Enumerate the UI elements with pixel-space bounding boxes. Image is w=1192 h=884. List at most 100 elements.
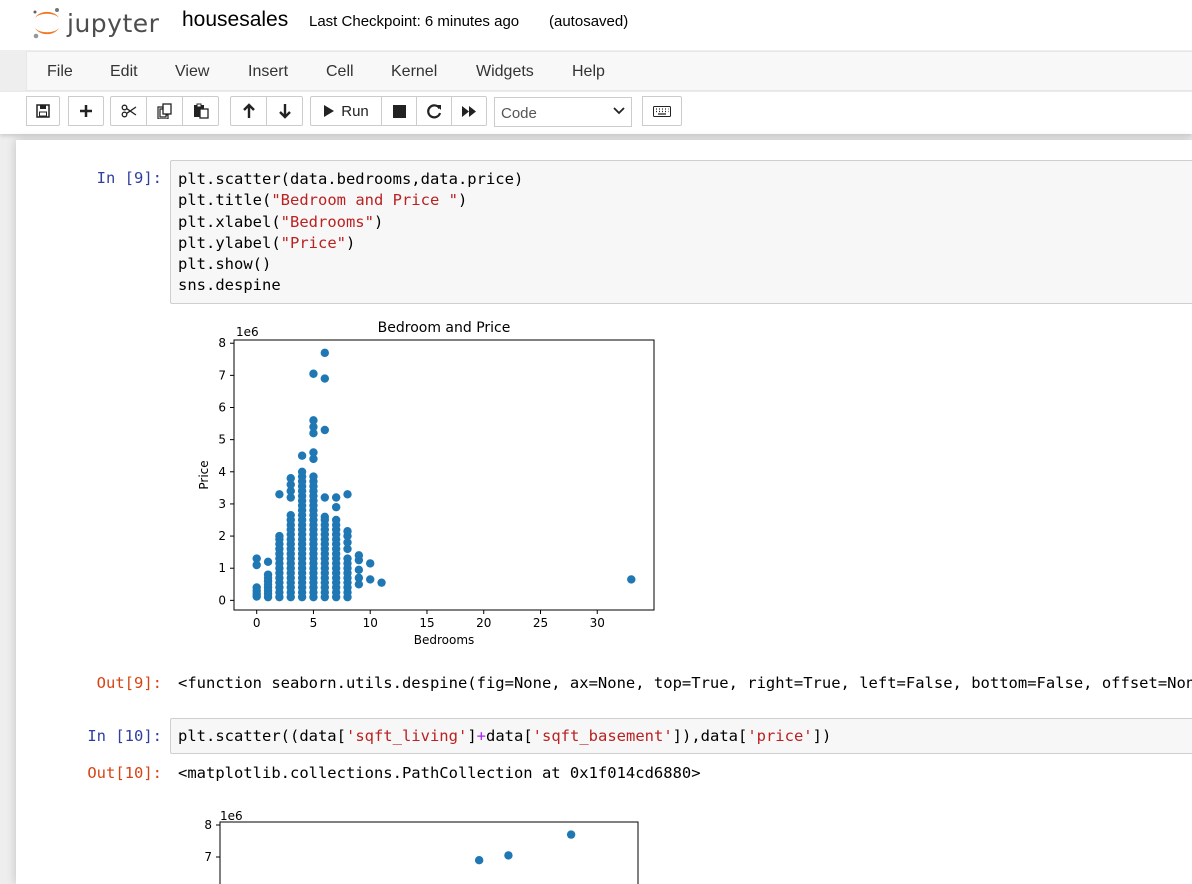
x-tick-label: 15 bbox=[419, 616, 434, 630]
data-point bbox=[263, 557, 273, 566]
code-cell-input[interactable]: plt.scatter((data['sqft_living']+data['s… bbox=[170, 718, 1192, 754]
string-literal: "Bedrooms" bbox=[280, 212, 374, 231]
jupyter-logo[interactable]: jupyter bbox=[30, 4, 159, 42]
arrow-down-icon bbox=[278, 104, 291, 119]
string-literal: 'price' bbox=[747, 727, 813, 745]
data-point bbox=[343, 490, 352, 499]
y-tick-label: 4 bbox=[218, 465, 226, 479]
command-palette-button[interactable] bbox=[642, 96, 682, 126]
edit-group bbox=[110, 96, 219, 126]
y-offset-label: 1e6 bbox=[220, 809, 243, 823]
stop-icon bbox=[392, 104, 406, 118]
output-text: <matplotlib.collections.PathCollection a… bbox=[178, 764, 701, 782]
code-line: plt.show() bbox=[178, 255, 272, 274]
code-line: sns.despine bbox=[178, 276, 281, 295]
keyboard-group bbox=[642, 96, 682, 126]
data-point bbox=[474, 856, 484, 865]
notebook-name[interactable]: housesales bbox=[182, 8, 288, 32]
menu-cell[interactable]: Cell bbox=[326, 63, 354, 81]
save-icon bbox=[36, 104, 50, 118]
interrupt-button[interactable] bbox=[381, 96, 417, 126]
code-editor[interactable]: plt.scatter((data['sqft_living']+data['s… bbox=[178, 726, 831, 747]
y-tick-label: 3 bbox=[218, 497, 226, 511]
data-point bbox=[263, 570, 273, 579]
data-point bbox=[297, 467, 307, 476]
code-token: plt.xlabel( bbox=[178, 212, 281, 231]
menu-view[interactable]: View bbox=[175, 63, 209, 81]
data-point bbox=[320, 348, 330, 358]
menu-widgets[interactable]: Widgets bbox=[476, 63, 534, 81]
data-point bbox=[627, 575, 636, 584]
y-tick-label: 5 bbox=[218, 433, 226, 447]
data-point bbox=[343, 527, 352, 536]
data-point bbox=[275, 490, 284, 499]
save-button[interactable] bbox=[26, 96, 60, 126]
cut-button[interactable] bbox=[110, 96, 147, 126]
code-cell-input[interactable]: plt.scatter(data.bedrooms,data.price) plt… bbox=[170, 160, 1192, 304]
string-literal: 'sqft_basement' bbox=[532, 727, 673, 745]
input-prompt: In [9]: bbox=[96, 169, 162, 187]
string-literal: "Bedroom and Price " bbox=[271, 191, 458, 210]
menu-edit[interactable]: Edit bbox=[110, 63, 138, 81]
cell-type-select[interactable]: Code bbox=[494, 97, 632, 127]
x-tick-label: 5 bbox=[310, 616, 318, 630]
restart-button[interactable] bbox=[416, 96, 452, 126]
data-point bbox=[354, 573, 364, 583]
logo-text: jupyter bbox=[67, 8, 160, 38]
move-up-button[interactable] bbox=[230, 96, 267, 126]
data-point bbox=[331, 493, 341, 502]
plot-frame bbox=[219, 821, 639, 884]
data-point bbox=[309, 448, 318, 457]
input-prompt: In [10]: bbox=[87, 727, 162, 745]
jupyter-logo-icon bbox=[33, 8, 59, 39]
x-axis-label: Bedrooms bbox=[414, 633, 475, 647]
y-tick-label: 8 bbox=[204, 818, 212, 832]
move-down-button[interactable] bbox=[266, 96, 303, 126]
copy-icon bbox=[156, 103, 172, 119]
run-label: Run bbox=[341, 102, 369, 120]
copy-button[interactable] bbox=[146, 96, 183, 126]
code-line: plt.scatter(data.bedrooms,data.price) bbox=[178, 170, 524, 188]
data-point bbox=[377, 578, 386, 587]
restart-run-all-button[interactable] bbox=[451, 96, 487, 126]
x-tick-label: 10 bbox=[363, 616, 378, 630]
plus-icon bbox=[80, 105, 92, 117]
code-token: data[ bbox=[486, 727, 533, 745]
operator: + bbox=[476, 727, 486, 745]
data-point bbox=[366, 559, 375, 568]
data-point bbox=[286, 474, 295, 483]
string-literal: "Price" bbox=[280, 233, 346, 252]
menu-help[interactable]: Help bbox=[572, 63, 605, 81]
code-editor[interactable]: plt.scatter(data.bedrooms,data.price) plt… bbox=[178, 169, 523, 297]
insert-cell-button[interactable] bbox=[68, 96, 104, 126]
output-prompt: Out[10]: bbox=[87, 764, 162, 782]
y-tick-label: 7 bbox=[218, 368, 226, 382]
toolbar: Run Code bbox=[0, 92, 1192, 134]
plot-frame bbox=[233, 339, 655, 611]
y-axis-label: Price bbox=[197, 460, 211, 489]
data-point bbox=[309, 369, 318, 378]
menu-file[interactable]: File bbox=[47, 63, 73, 81]
data-point bbox=[343, 554, 352, 563]
code-line: plt.ylabel("Price") bbox=[178, 233, 523, 254]
output-text: <function seaborn.utils.despine(fig=None… bbox=[178, 674, 1192, 692]
y-tick-label: 2 bbox=[218, 529, 226, 543]
arrow-up-icon bbox=[242, 103, 255, 118]
code-token: plt.title( bbox=[178, 191, 272, 210]
menu-kernel[interactable]: Kernel bbox=[391, 63, 437, 81]
code-token: ] bbox=[467, 727, 477, 745]
data-point bbox=[331, 515, 341, 525]
data-point bbox=[566, 830, 576, 839]
run-button[interactable]: Run bbox=[310, 96, 382, 126]
data-point bbox=[354, 565, 364, 575]
data-point bbox=[297, 451, 307, 460]
y-offset-label: 1e6 bbox=[236, 325, 259, 339]
code-token: plt.ylabel( bbox=[178, 233, 281, 252]
menu-bar: File Edit View Insert Cell Kernel Widget… bbox=[26, 51, 1192, 91]
data-point bbox=[354, 551, 364, 560]
cut-icon bbox=[121, 104, 136, 118]
paste-button[interactable] bbox=[182, 96, 219, 126]
menu-insert[interactable]: Insert bbox=[248, 63, 288, 81]
code-token: ) bbox=[373, 212, 384, 231]
y-tick-label: 7 bbox=[204, 850, 212, 864]
